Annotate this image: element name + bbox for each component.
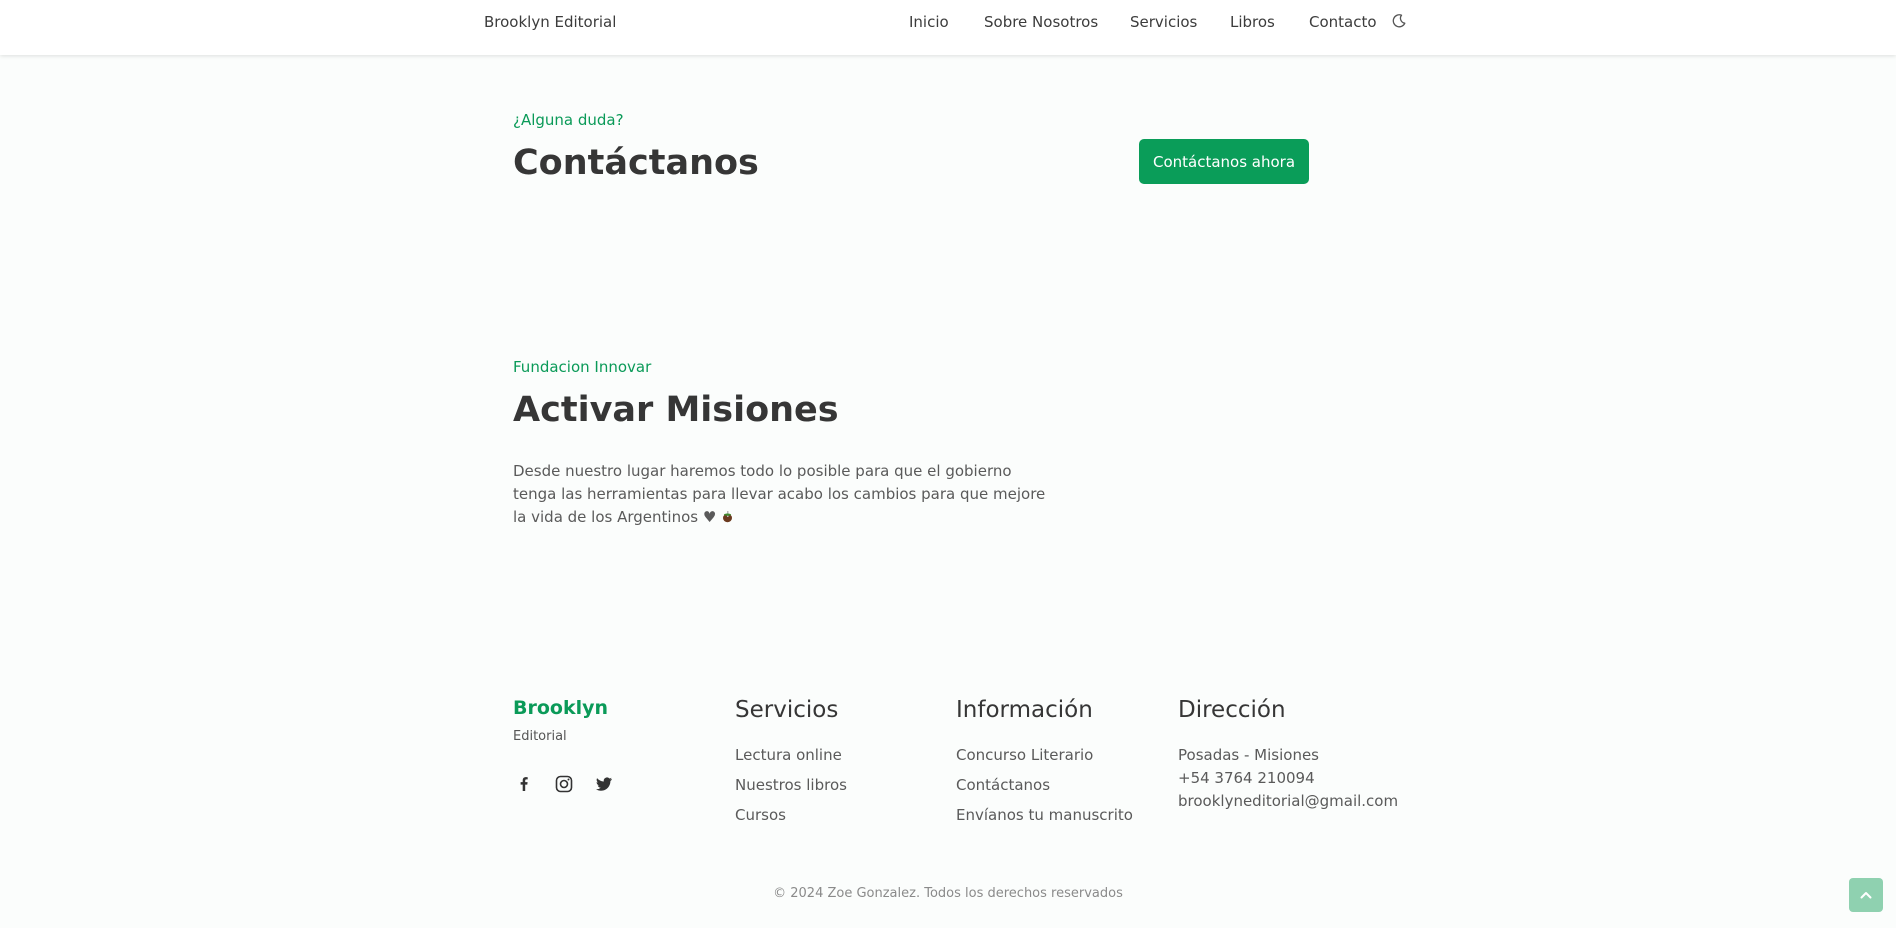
nav-link-libros[interactable]: Libros: [1230, 13, 1275, 31]
footer-title-servicios: Servicios: [735, 697, 839, 723]
footer-link-concurso-literario[interactable]: Concurso Literario: [956, 746, 1093, 764]
instagram-icon[interactable]: [554, 774, 574, 794]
nav-link-servicios[interactable]: Servicios: [1130, 13, 1197, 31]
nav-link-inicio[interactable]: Inicio: [909, 13, 949, 31]
mission-description: Desde nuestro lugar haremos todo lo posi…: [513, 460, 1053, 529]
footer-link-cursos[interactable]: Cursos: [735, 806, 786, 824]
contact-eyebrow: ¿Alguna duda?: [513, 111, 624, 129]
twitter-icon[interactable]: [594, 774, 614, 794]
mission-eyebrow: Fundacion Innovar: [513, 358, 652, 376]
footer-link-lectura-online[interactable]: Lectura online: [735, 746, 842, 764]
footer-address: Posadas - Misiones: [1178, 746, 1319, 764]
footer-email: brooklyneditorial@gmail.com: [1178, 792, 1399, 810]
footer-title-direccion: Dirección: [1178, 697, 1286, 723]
footer-link-nuestros-libros[interactable]: Nuestros libros: [735, 776, 847, 794]
footer-link-contactanos[interactable]: Contáctanos: [956, 776, 1050, 794]
top-navbar: Brooklyn Editorial Inicio Sobre Nosotros…: [0, 0, 1896, 55]
copyright-text: © 2024 Zoe Gonzalez. Todos los derechos …: [773, 886, 1123, 901]
contact-title: Contáctanos: [513, 143, 759, 183]
brand-logo-text[interactable]: Brooklyn Editorial: [484, 13, 616, 31]
footer-phone: +54 3764 210094: [1178, 769, 1315, 787]
chevron-up-icon: [1860, 892, 1872, 899]
mission-title: Activar Misiones: [513, 390, 839, 430]
nav-link-sobre-nosotros[interactable]: Sobre Nosotros: [984, 13, 1098, 31]
footer-brand: Brooklyn: [513, 697, 609, 719]
footer-brand-sub: Editorial: [513, 729, 567, 744]
footer-link-envianos-manuscrito[interactable]: Envíanos tu manuscrito: [956, 806, 1133, 824]
footer-title-informacion: Información: [956, 697, 1093, 723]
scroll-to-top-button[interactable]: [1849, 878, 1883, 912]
mission-body-text: Desde nuestro lugar haremos todo lo posi…: [513, 462, 1046, 526]
nav-link-contacto[interactable]: Contacto: [1309, 13, 1377, 31]
contact-now-button[interactable]: Contáctanos ahora: [1139, 139, 1309, 184]
moon-icon[interactable]: [1391, 13, 1407, 29]
facebook-icon[interactable]: [514, 774, 534, 794]
mate-icon: [723, 511, 733, 523]
